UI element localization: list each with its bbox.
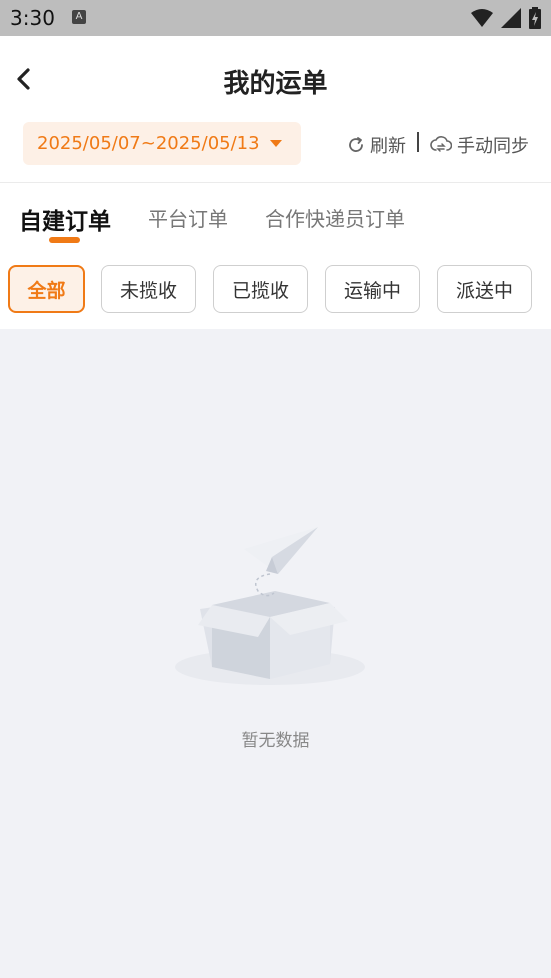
empty-box-illustration (175, 527, 365, 685)
filter-in-transit[interactable]: 运输中 (325, 265, 420, 313)
manual-sync-button[interactable]: 手动同步 (430, 132, 529, 158)
refresh-icon (349, 137, 363, 152)
filter-collected[interactable]: 已揽收 (213, 265, 308, 313)
wifi-icon (471, 9, 493, 27)
nav-bar: 我的运单 (0, 36, 551, 120)
tab-self-built-orders[interactable]: 自建订单 (19, 202, 111, 236)
order-tabs: 自建订单 平台订单 合作快递员订单 (0, 183, 551, 263)
date-range-text: 2025/05/07~2025/05/13 (37, 133, 260, 154)
refresh-label: 刷新 (370, 136, 406, 157)
filter-delivering[interactable]: 派送中 (437, 265, 532, 313)
sync-label: 手动同步 (457, 136, 529, 157)
filter-not-collected[interactable]: 未揽收 (101, 265, 196, 313)
empty-state-message: 暂无数据 (241, 731, 310, 751)
battery-icon (529, 7, 541, 29)
date-range-picker[interactable]: 2025/05/07~2025/05/13 (23, 122, 301, 165)
refresh-button[interactable]: 刷新 (346, 132, 406, 158)
notification-a-icon: A (72, 10, 86, 24)
tab-indicator (49, 237, 80, 243)
tab-platform-orders[interactable]: 平台订单 (148, 203, 228, 232)
status-time: 3:30 (10, 6, 55, 30)
status-filters: 全部 未揽收 已揽收 运输中 派送中 (0, 263, 551, 329)
page-title: 我的运单 (223, 69, 328, 99)
status-icons (471, 7, 541, 29)
cloud-sync-icon (430, 136, 452, 152)
tab-partner-courier-orders[interactable]: 合作快递员订单 (265, 203, 405, 232)
toolbar-separator (417, 132, 419, 152)
status-bar: 3:30 A (0, 0, 551, 36)
filter-all[interactable]: 全部 (8, 265, 85, 313)
toolbar: 2025/05/07~2025/05/13 刷新 手动同步 (0, 120, 551, 182)
order-list-area: 暂无数据 (0, 329, 551, 978)
caret-down-icon (269, 140, 282, 147)
signal-icon (501, 8, 521, 28)
